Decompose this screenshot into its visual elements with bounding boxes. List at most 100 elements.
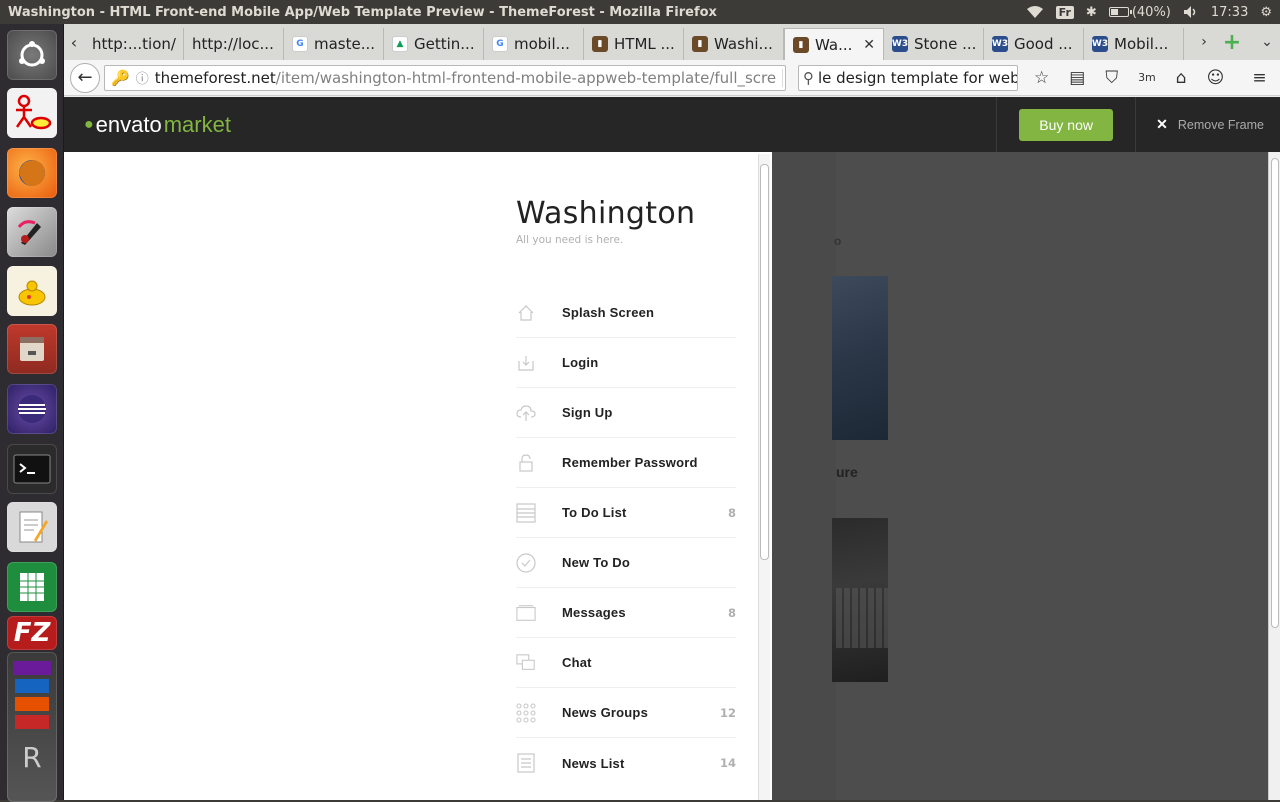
menu-item-count: 8 [727,605,736,620]
menu-item-chat[interactable]: Chat [516,638,736,688]
file-manager-icon[interactable] [7,324,57,374]
clock[interactable]: 17:33 [1211,5,1248,20]
menu-item-to-do-list[interactable]: To Do List 8 [516,488,736,538]
tab-1[interactable]: http://loc... [184,28,284,60]
tab-list-dropdown[interactable]: ⌄ [1254,24,1280,60]
remove-frame-label: Remove Frame [1177,117,1264,132]
chat-icon[interactable]: ☺ [1207,68,1225,88]
lock-icon [516,453,536,473]
close-tab-icon[interactable]: ✕ [863,37,875,53]
envato-header: ● envato market Buy now ✕ Remove Frame [64,97,1280,152]
buy-now-button[interactable]: Buy now [1019,108,1114,141]
keyboard-layout-indicator[interactable]: Fr [1055,5,1074,19]
menu-item-label: To Do List [562,505,627,520]
tab-6[interactable]: ▮ Washi... [684,28,784,60]
tab-5[interactable]: ▮ HTML ... [584,28,684,60]
menu-item-label: Login [562,355,599,370]
reload-icon[interactable]: ↻ [782,68,785,87]
content-image [832,518,888,682]
header-actions: Buy now ✕ Remove Frame [996,97,1280,152]
spreadsheet-icon[interactable] [7,562,57,612]
text-editor-icon[interactable] [7,502,57,552]
downloads-badge: 3m [1138,71,1156,84]
ubuntu-dash-icon[interactable] [7,30,57,80]
search-bar[interactable]: ⚲ le design template for web → [798,64,1018,91]
downloads-icon[interactable]: 3m [1138,71,1156,84]
tab-10[interactable]: W3 Mobil... [1084,28,1184,60]
close-icon: ✕ [1156,116,1168,132]
tab-0[interactable]: http:...tion/ [84,28,184,60]
news-list-icon [516,753,536,773]
stacked-apps-icon[interactable]: R [7,652,57,802]
new-tab-button[interactable]: + [1217,24,1247,60]
uml-tool-icon[interactable] [7,88,57,138]
window-title: Washington - HTML Front-end Mobile App/W… [8,4,717,20]
svg-text:R: R [22,741,41,774]
gear-icon[interactable]: ⚙ [1260,5,1272,20]
terminal-icon[interactable] [7,444,57,494]
menu-item-label: New To Do [562,555,630,570]
menu-item-login[interactable]: Login [516,338,736,388]
tab-3[interactable]: ▲ Gettin... [384,28,484,60]
eclipse-icon[interactable] [7,384,57,434]
tab-7[interactable]: ▮ Wa... ✕ [784,28,884,60]
menu-item-splash-screen[interactable]: Splash Screen [516,288,736,338]
menu-item-news-groups[interactable]: News Groups 12 [516,688,736,738]
tab-9[interactable]: W3 Good ... [984,28,1084,60]
scrollbar-thumb[interactable] [1271,158,1279,628]
tab-2[interactable]: Gmaste... [284,28,384,60]
sidebar-scrollbar[interactable] [758,154,770,800]
genie-lamp-icon[interactable] [7,266,57,316]
app-title: Washington [516,196,696,231]
app-subtitle: All you need is here. [516,234,624,246]
themeforest-icon: ▮ [592,36,608,52]
volume-icon[interactable] [1183,5,1199,19]
url-bar[interactable]: 🔑 ⓘ themeforest.net/item/washington-html… [104,64,786,91]
menu-item-label: News Groups [562,705,648,720]
tab-scroll-right[interactable]: › [1191,24,1217,60]
info-icon[interactable]: ⓘ [136,68,149,87]
search-icon: ⚲ [803,68,814,87]
menu-item-remember-password[interactable]: Remember Password [516,438,736,488]
bluetooth-icon[interactable]: ✱ [1086,5,1097,20]
google-drive-icon: ▲ [392,36,408,52]
tab-4[interactable]: Gmobil... [484,28,584,60]
tab-label: maste... [314,35,376,53]
scrollbar-thumb[interactable] [760,164,769,560]
site-identity-icon[interactable]: 🔑 [111,69,130,87]
battery-percent: (40%) [1131,4,1171,20]
menu-item-sign-up[interactable]: Sign Up [516,388,736,438]
menu-item-count: 12 [719,705,736,720]
firefox-icon[interactable] [7,148,57,198]
reading-list-icon[interactable]: ▤ [1069,68,1085,88]
pocket-icon[interactable]: ⛉ [1105,68,1118,88]
cloud-upload-icon [516,403,536,423]
remove-frame-button[interactable]: ✕ Remove Frame [1136,116,1280,133]
battery-indicator[interactable]: (40%) [1108,4,1171,20]
color-picker-icon[interactable] [7,207,57,257]
tab-8[interactable]: W3 Stone ... [884,28,984,60]
google-icon: G [292,36,308,52]
logo-envato-text: envato [95,111,162,137]
filezilla-icon[interactable]: FZ [7,616,57,650]
home-icon [516,303,536,323]
hamburger-menu-icon[interactable]: ≡ [1252,68,1266,88]
tab-scroll-left[interactable]: ‹ [64,24,84,60]
tab-label: Stone ... [914,35,977,53]
menu-item-news-list[interactable]: News List 14 [516,738,736,788]
search-input[interactable]: le design template for web [818,69,1017,87]
tab-label: Mobil... [1114,35,1169,53]
w3schools-icon: W3 [992,36,1008,52]
wifi-icon[interactable] [1026,5,1044,19]
bookmark-star-icon[interactable]: ☆ [1034,68,1049,88]
page-scrollbar[interactable] [1268,152,1280,800]
home-icon[interactable]: ⌂ [1176,68,1187,88]
tab-label: Good ... [1014,35,1073,53]
google-icon: G [492,36,508,52]
app-sidebar-menu: Washington All you need is here. Splash … [494,152,772,800]
menu-item-messages[interactable]: Messages 8 [516,588,736,638]
envato-market-logo[interactable]: ● envato market [84,112,231,138]
battery-icon [1108,7,1132,17]
menu-item-new-to-do[interactable]: New To Do [516,538,736,588]
back-button[interactable]: ← [70,62,100,93]
